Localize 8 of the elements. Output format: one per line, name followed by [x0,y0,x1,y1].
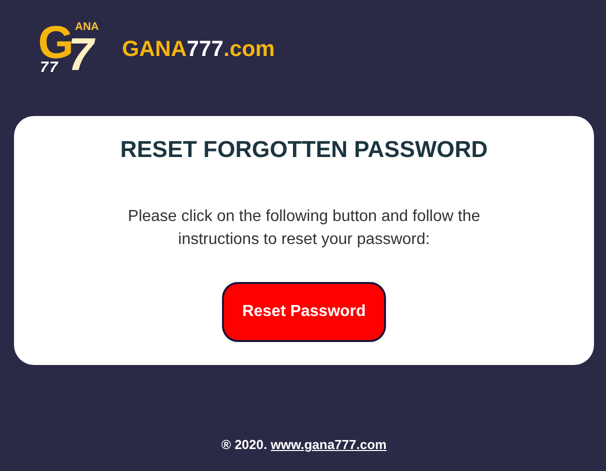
site-name: GANA777.com [122,36,275,62]
copyright-text: ® 2020. [221,437,268,452]
instructions-text: Please click on the following button and follow the instructions to reset your password: [126,207,482,250]
reset-password-button[interactable]: Reset Password [222,282,386,342]
website-link[interactable]: www.gana777.com [270,437,387,452]
logo-word: ANA [75,21,99,33]
logo-number: 77 [40,59,59,76]
page-title: RESET FORGOTTEN PASSWORD [120,136,488,163]
